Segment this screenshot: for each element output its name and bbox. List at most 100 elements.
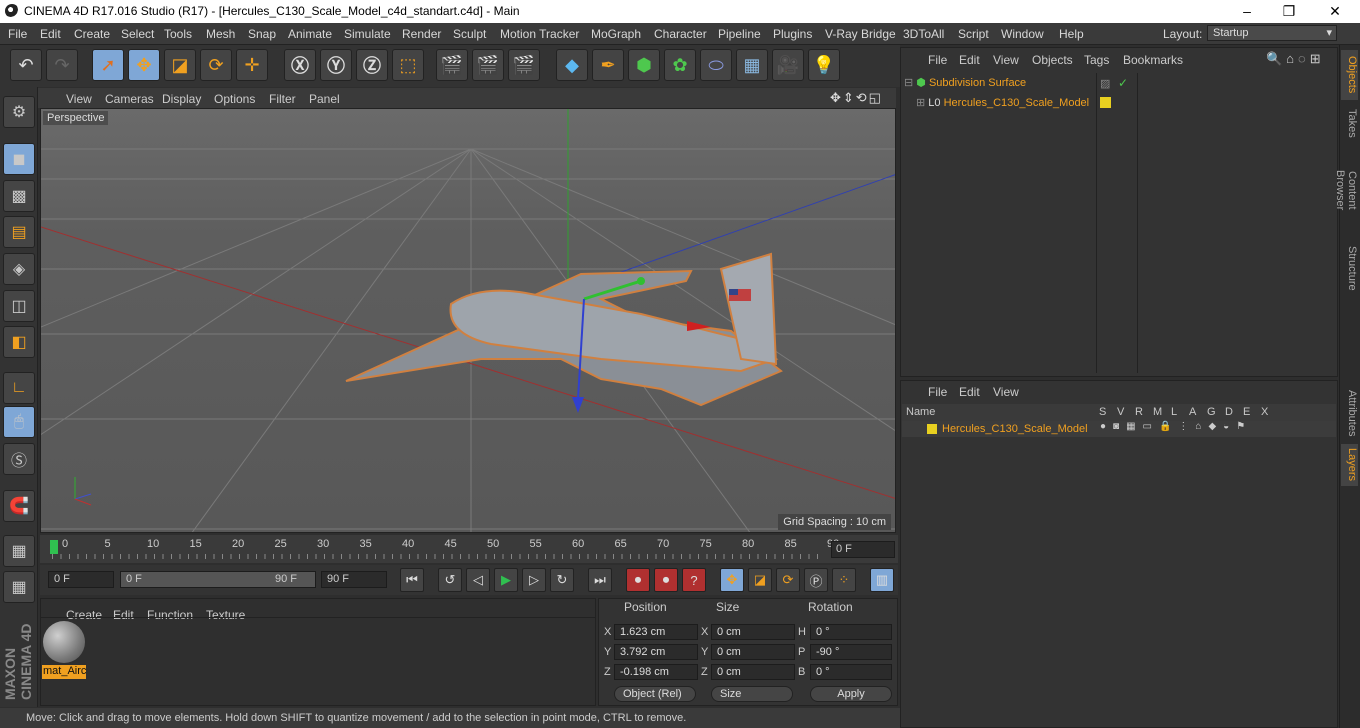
polygons-mode-icon[interactable]: ◧ — [3, 326, 35, 358]
menu-create[interactable]: Create — [74, 27, 110, 41]
next-key-icon[interactable]: ↻ — [550, 568, 574, 592]
object-row-hercules[interactable]: ⊞ L0 Hercules_C130_Scale_Model — [916, 96, 1089, 116]
current-frame-field[interactable]: 0 F — [831, 541, 895, 558]
previous-frame-icon[interactable]: ◁ — [466, 568, 490, 592]
rotate-icon[interactable]: ⟳ — [200, 49, 232, 81]
deformer-icon[interactable]: ⬭ — [700, 49, 732, 81]
cube-icon[interactable]: ◆ — [556, 49, 588, 81]
start-frame-field[interactable]: 0 F — [48, 571, 114, 588]
layer-col-g[interactable]: G — [1207, 406, 1216, 418]
scale-icon[interactable]: ◪ — [164, 49, 196, 81]
menu-vray-bridge[interactable]: V-Ray Bridge — [825, 27, 896, 41]
menu-pipeline[interactable]: Pipeline — [718, 27, 761, 41]
texture-mode-icon[interactable]: ▩ — [3, 180, 35, 212]
go-to-end-icon[interactable]: ⏭ — [588, 568, 612, 592]
layer-color-swatch[interactable] — [1100, 97, 1111, 108]
position-z-field[interactable]: -0.198 cm — [614, 664, 698, 680]
timeline-ruler[interactable]: 051015202530354045505560657075808590 — [40, 535, 898, 563]
menu-animate[interactable]: Animate — [288, 27, 332, 41]
model-mode-icon[interactable]: ◼ — [3, 143, 35, 175]
coordinate-system-icon[interactable]: ⬚ — [392, 49, 424, 81]
viewport-menu-display[interactable]: Display — [162, 92, 201, 106]
object-menu-tags[interactable]: Tags — [1084, 53, 1109, 67]
timeline-window-icon[interactable]: ▥ — [870, 568, 894, 592]
menu-motion-tracker[interactable]: Motion Tracker — [500, 27, 579, 41]
size-mode-dropdown[interactable]: Size — [711, 686, 793, 702]
make-editable-icon[interactable]: ⚙ — [3, 96, 35, 128]
rotation-h-field[interactable]: 0 ° — [810, 624, 892, 640]
viewport-menu-view[interactable]: View — [66, 92, 92, 106]
light-icon[interactable]: 💡 — [808, 49, 840, 81]
layer-col-x[interactable]: X — [1261, 406, 1268, 418]
playhead[interactable] — [50, 540, 58, 554]
position-y-field[interactable]: 3.792 cm — [614, 644, 698, 660]
object-menu-objects[interactable]: Objects — [1032, 53, 1073, 67]
menu-mesh[interactable]: Mesh — [206, 27, 235, 41]
record-active-icon[interactable]: ⏺ — [626, 568, 650, 592]
object-menu-bookmarks[interactable]: Bookmarks — [1123, 53, 1183, 67]
layer-col-s[interactable]: S — [1099, 406, 1106, 418]
object-row-subdivision[interactable]: ⊟ ⬢ Subdivision Surface — [904, 76, 1026, 96]
layer-menu-view[interactable]: View — [993, 385, 1019, 399]
layer-col-e[interactable]: E — [1243, 406, 1250, 418]
menu-mograph[interactable]: MoGraph — [591, 27, 641, 41]
menu-tools[interactable]: Tools — [164, 27, 192, 41]
autokey-icon[interactable]: ⏺ — [654, 568, 678, 592]
y-axis-icon[interactable]: Ⓨ — [320, 49, 352, 81]
menu-script[interactable]: Script — [958, 27, 989, 41]
tab-attributes[interactable]: Attributes — [1341, 384, 1358, 442]
rotation-b-field[interactable]: 0 ° — [810, 664, 892, 680]
key-rotation-icon[interactable]: ⟳ — [776, 568, 800, 592]
3d-viewport[interactable]: Perspective Grid Spacing : 10 cm — [40, 108, 896, 533]
collapse-icon[interactable]: ⊟ — [904, 77, 913, 89]
x-axis-icon[interactable]: Ⓧ — [284, 49, 316, 81]
menu-window[interactable]: Window — [1001, 27, 1044, 41]
z-axis-icon[interactable]: Ⓩ — [356, 49, 388, 81]
key-pla-icon[interactable]: ⁘ — [832, 568, 856, 592]
edges-mode-icon[interactable]: ◫ — [3, 290, 35, 322]
maximize-button[interactable]: ❐ — [1274, 2, 1304, 20]
layer-col-l[interactable]: L — [1171, 406, 1177, 418]
workplane-icon[interactable]: ▦ — [3, 535, 35, 567]
layer-menu-file[interactable]: File — [928, 385, 947, 399]
object-menu-file[interactable]: File — [928, 53, 947, 67]
menu-sculpt[interactable]: Sculpt — [453, 27, 486, 41]
end-frame-field[interactable]: 90 F — [321, 571, 387, 588]
cloner-icon[interactable]: ✿ — [664, 49, 696, 81]
layout-select[interactable]: Startup ▾ — [1207, 25, 1337, 41]
enabled-check-icon[interactable]: ✓ — [1118, 76, 1128, 90]
previous-key-icon[interactable]: ↺ — [438, 568, 462, 592]
points-mode-icon[interactable]: ◈ — [3, 253, 35, 285]
material-menu-edit[interactable]: Edit — [113, 608, 134, 622]
next-frame-icon[interactable]: ▷ — [522, 568, 546, 592]
menu-simulate[interactable]: Simulate — [344, 27, 391, 41]
viewport-menu-panel[interactable]: Panel — [309, 92, 340, 106]
viewport-menu-cameras[interactable]: Cameras — [105, 92, 154, 106]
size-x-field[interactable]: 0 cm — [711, 624, 795, 640]
render-view-icon[interactable]: 🎬 — [436, 49, 468, 81]
object-manager-tool-icons[interactable]: 🔍⌂◌⊞ — [1266, 51, 1325, 67]
key-position-icon[interactable]: ✥ — [720, 568, 744, 592]
tab-objects[interactable]: Objects — [1341, 50, 1358, 100]
key-parameter-icon[interactable]: Ⓟ — [804, 568, 828, 592]
material-swatch[interactable]: mat_Aircraft — [42, 621, 86, 679]
menu-render[interactable]: Render — [402, 27, 441, 41]
object-menu-edit[interactable]: Edit — [959, 53, 980, 67]
floor-icon[interactable]: ▦ — [736, 49, 768, 81]
close-button[interactable]: ✕ — [1320, 2, 1350, 20]
redo-icon[interactable]: ↷ — [46, 49, 78, 81]
layer-col-a[interactable]: A — [1189, 406, 1196, 418]
minimize-button[interactable]: – — [1232, 2, 1262, 20]
workplane-mode-icon[interactable]: ▤ — [3, 216, 35, 248]
keyframe-selection-icon[interactable]: ? — [682, 568, 706, 592]
viewport-menu-filter[interactable]: Filter — [269, 92, 296, 106]
move-last-icon[interactable]: ✛ — [236, 49, 268, 81]
tab-content-browser[interactable]: Content Browser — [1334, 146, 1358, 234]
object-menu-view[interactable]: View — [993, 53, 1019, 67]
play-icon[interactable]: ▶ — [494, 568, 518, 592]
tweak-mode-icon[interactable]: 🖱 — [3, 406, 35, 438]
axis-mode-icon[interactable]: ∟ — [3, 372, 35, 404]
position-x-field[interactable]: 1.623 cm — [614, 624, 698, 640]
menu-edit[interactable]: Edit — [40, 27, 61, 41]
render-picture-viewer-icon[interactable]: 🎬 — [472, 49, 504, 81]
